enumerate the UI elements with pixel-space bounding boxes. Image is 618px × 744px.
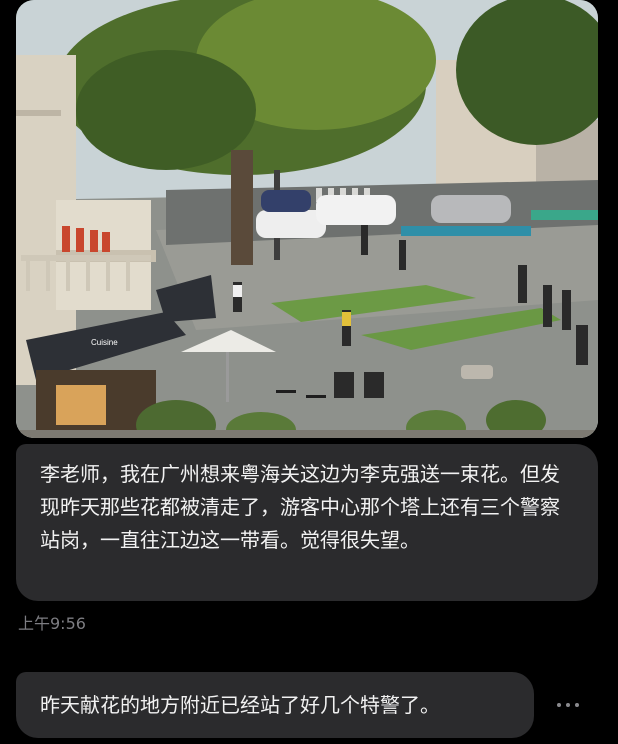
message-timestamp: 上午9:56 xyxy=(18,614,86,633)
photo-message[interactable]: Cuisine xyxy=(16,0,598,438)
more-dot xyxy=(575,703,579,707)
more-horizontal-icon xyxy=(557,703,561,707)
more-options-button[interactable] xyxy=(548,690,588,720)
chat-screen: Cuisine 李老师，我在广州想来粤海关这边为李克强送一束花。但发现昨天那些花… xyxy=(0,0,618,744)
message-text: 昨天献花的地方附近已经站了好几个特警了。 xyxy=(40,693,440,717)
message-text: 李老师，我在广州想来粤海关这边为李克强送一束花。但发现昨天那些花都被清走了，游客… xyxy=(40,462,560,552)
message-bubble[interactable]: 昨天献花的地方附近已经站了好几个特警了。 xyxy=(16,672,534,738)
awning-sign: Cuisine xyxy=(91,338,118,347)
street-scene-image: Cuisine xyxy=(16,0,598,438)
message-bubble[interactable]: 李老师，我在广州想来粤海关这边为李克强送一束花。但发现昨天那些花都被清走了，游客… xyxy=(16,444,598,601)
more-dot xyxy=(566,703,570,707)
